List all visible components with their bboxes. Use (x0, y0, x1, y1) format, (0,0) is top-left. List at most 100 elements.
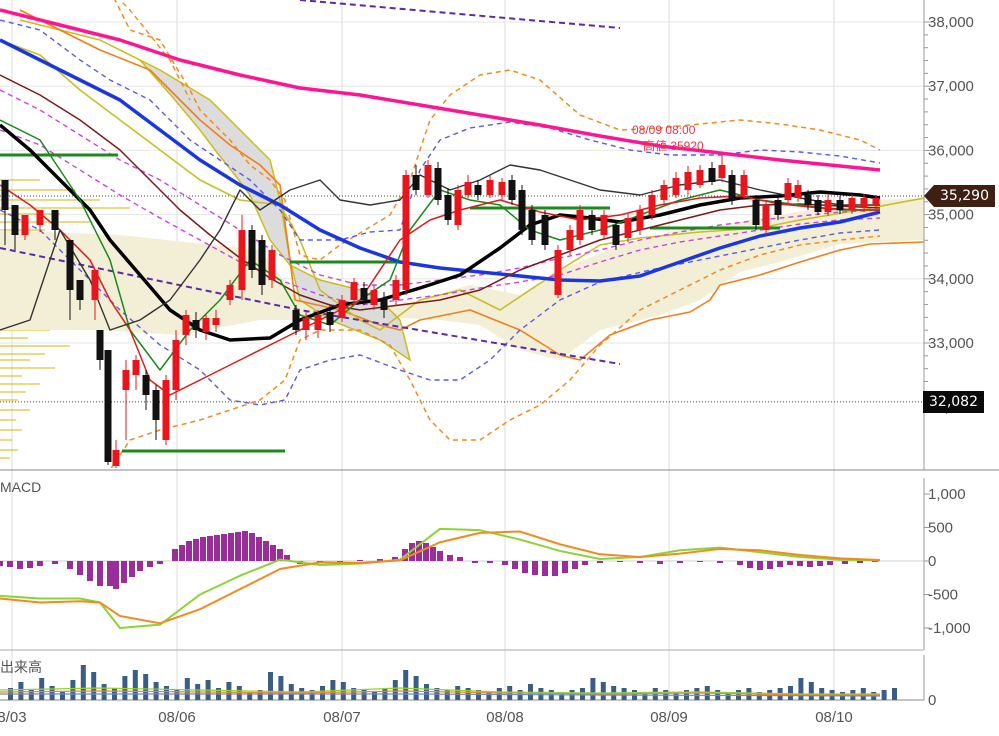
macd-histogram-bar (7, 561, 13, 567)
macd-histogram-bar (817, 561, 823, 566)
macd-histogram-bar (207, 536, 213, 561)
macd-histogram-bar (582, 561, 588, 565)
macd-histogram-bar (757, 561, 763, 570)
macd-histogram-bar (27, 561, 33, 568)
volume-bar (80, 665, 86, 700)
date-tick-label: 08/08 (486, 709, 524, 726)
candle-body (268, 250, 276, 280)
macd-tick-label: -500 (928, 587, 958, 604)
candle-body (824, 200, 832, 212)
macd-histogram-bar (17, 561, 23, 569)
macd-histogram-bar (597, 561, 603, 563)
macd-histogram-bar (186, 541, 192, 561)
candle-body (202, 318, 210, 332)
candle-body (112, 450, 120, 466)
macd-histogram-bar (172, 549, 178, 561)
macd-histogram-bar (228, 533, 234, 561)
candle-body (212, 318, 220, 325)
volume-bar (694, 688, 700, 700)
macd-histogram-bar (487, 561, 493, 563)
candle-body (528, 210, 536, 240)
macd-histogram-bar (797, 561, 803, 566)
macd-histogram-bar (767, 561, 773, 569)
macd-histogram-bar (522, 561, 528, 573)
macd-histogram-bar (857, 561, 863, 563)
macd-histogram-bar (37, 561, 43, 566)
candle-body (162, 380, 170, 440)
macd-histogram-bar (472, 561, 478, 563)
chart-canvas: 38,000 37,000 36,000 35,000 34,000 33,000 32,0… (0, 0, 999, 726)
macd-histogram-bar (256, 537, 262, 561)
date-tick-label: 08/09 (650, 709, 688, 726)
macd-histogram-bar (787, 561, 793, 565)
macd-histogram-bar (437, 551, 443, 561)
macd-histogram-bar (113, 561, 119, 589)
candle-body (402, 175, 410, 290)
candle-body (21, 215, 29, 235)
candle-body (708, 168, 716, 182)
candle-body (860, 198, 868, 208)
macd-histogram-bar (657, 561, 663, 564)
macd-histogram-bar (193, 539, 199, 561)
candle-body (804, 195, 812, 205)
macd-histogram-bar (97, 561, 103, 586)
candle-body (76, 280, 84, 300)
current-price-tag: 35,290 (924, 185, 995, 207)
candle-body (872, 198, 880, 206)
annotation-high: 高値 35920 (643, 138, 704, 153)
candle-body (740, 175, 748, 195)
candle-body (454, 190, 462, 225)
macd-histogram-bar (827, 561, 833, 565)
macd-histogram-bar (107, 561, 113, 586)
candle-body (370, 290, 378, 305)
macd-histogram-bar (677, 561, 683, 563)
volume-bar (132, 670, 138, 700)
volume-tick-label: 0 (928, 692, 936, 709)
macd-histogram-bar (562, 561, 568, 573)
candle-body (814, 200, 822, 212)
macd-histogram-bar (242, 531, 248, 561)
candle-body (238, 230, 246, 290)
macd-histogram-bar (457, 557, 463, 561)
candle-body (444, 195, 452, 220)
candle-body (636, 210, 644, 230)
volume-bar (881, 690, 887, 700)
macd-histogram-bar (214, 535, 220, 561)
macd-histogram-bar (67, 561, 73, 569)
volume-bar (455, 686, 461, 700)
macd-histogram-bar (542, 561, 548, 576)
volume-bar (600, 682, 606, 700)
candle-body (718, 165, 726, 178)
price-tick-label: 35,000 (928, 207, 974, 224)
macd-histogram-bar (249, 533, 255, 561)
candle-body (392, 280, 400, 300)
price-tick-label: 36,000 (928, 142, 974, 159)
date-tick-label: 08/06 (158, 709, 196, 726)
macd-histogram-bar (137, 561, 143, 571)
volume-bar (892, 688, 897, 700)
candle-body (1, 180, 9, 210)
volume-bar (403, 670, 409, 700)
candle-body (762, 205, 770, 230)
date-tick-label: 08/07 (323, 709, 361, 726)
volume-bar (184, 678, 190, 700)
candle-body (566, 230, 574, 250)
volume-bar (143, 674, 149, 700)
candle-body (248, 230, 256, 270)
candle-body (424, 165, 432, 195)
candle-body (486, 180, 494, 195)
macd-tick-label: 1,000 (928, 486, 966, 503)
candle-body (576, 210, 584, 240)
signal-line (0, 530, 881, 625)
candle-body (36, 210, 44, 225)
macd-histogram-bar (121, 561, 127, 583)
macd-histogram-bar (52, 561, 58, 564)
macd-histogram-bar (502, 561, 508, 565)
volume-bar (808, 682, 814, 700)
macd-histogram-bar (807, 561, 813, 567)
candle-body (518, 190, 526, 230)
volume-bar (164, 686, 169, 700)
candle-body (96, 330, 104, 360)
candle-body (660, 185, 668, 200)
macd-histogram-bar (0, 561, 3, 566)
